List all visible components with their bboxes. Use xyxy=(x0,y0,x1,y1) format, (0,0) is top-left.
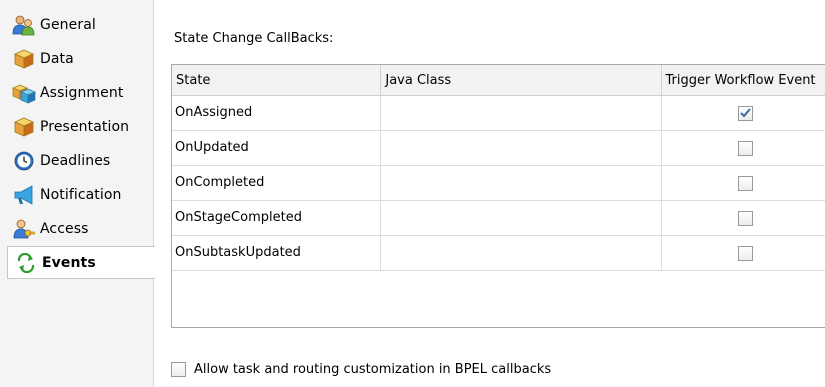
trigger-checkbox[interactable] xyxy=(738,245,754,261)
state-cell: OnCompleted xyxy=(172,166,382,200)
java-class-cell[interactable] xyxy=(381,131,662,165)
assignment-cubes-icon xyxy=(12,81,36,105)
task-editor-window: General Data Assignment Presentation Dea… xyxy=(0,0,825,387)
bpel-checkbox[interactable] xyxy=(171,362,186,377)
sidebar-item-label: Events xyxy=(42,254,96,271)
table-row[interactable]: OnStageCompleted xyxy=(172,201,825,236)
java-class-cell[interactable] xyxy=(381,96,662,130)
java-class-cell[interactable] xyxy=(381,201,662,235)
table-header: State Java Class Trigger Workflow Event xyxy=(172,65,825,96)
trigger-checkbox[interactable] xyxy=(738,175,754,191)
sidebar-item-events[interactable]: Events xyxy=(7,246,155,279)
java-class-cell[interactable] xyxy=(381,236,662,270)
sidebar-item-presentation[interactable]: Presentation xyxy=(6,110,154,143)
sidebar-item-label: Access xyxy=(40,220,89,237)
sidebar-item-access[interactable]: Access xyxy=(6,212,154,245)
trigger-cell xyxy=(662,236,825,270)
sidebar-item-deadlines[interactable]: Deadlines xyxy=(6,144,154,177)
sidebar-item-label: General xyxy=(40,16,96,33)
table-row[interactable]: OnCompleted xyxy=(172,166,825,201)
checkmark-icon xyxy=(740,108,752,118)
sidebar-item-general[interactable]: General xyxy=(6,8,154,41)
trigger-cell xyxy=(662,201,825,235)
state-cell: OnSubtaskUpdated xyxy=(172,236,382,270)
trigger-cell xyxy=(662,131,825,165)
bpel-option-label: Allow task and routing customization in … xyxy=(194,362,552,377)
sidebar-item-label: Assignment xyxy=(40,84,124,101)
sidebar-item-label: Deadlines xyxy=(40,152,111,169)
sidebar: General Data Assignment Presentation Dea… xyxy=(0,0,155,387)
green-arrows-icon xyxy=(14,251,38,275)
table-row[interactable]: OnAssigned xyxy=(172,96,825,131)
sidebar-item-label: Notification xyxy=(40,186,122,203)
data-cube-icon xyxy=(12,47,36,71)
table-row[interactable]: OnUpdated xyxy=(172,131,825,166)
people-icon xyxy=(12,13,36,37)
user-key-icon xyxy=(12,217,36,241)
trigger-checkbox[interactable] xyxy=(738,105,754,121)
megaphone-icon xyxy=(12,183,36,207)
trigger-checkbox[interactable] xyxy=(738,210,754,226)
sidebar-item-label: Data xyxy=(40,50,74,67)
java-class-cell[interactable] xyxy=(381,166,662,200)
table-row[interactable]: OnSubtaskUpdated xyxy=(172,236,825,271)
state-cell: OnAssigned xyxy=(172,96,382,130)
sidebar-item-data[interactable]: Data xyxy=(6,42,154,75)
section-title: State Change CallBacks: xyxy=(174,31,334,46)
presentation-cube-icon xyxy=(12,115,36,139)
column-header-java-class[interactable]: Java Class xyxy=(381,65,662,96)
column-header-state[interactable]: State xyxy=(172,65,382,96)
state-cell: OnStageCompleted xyxy=(172,201,382,235)
trigger-checkbox[interactable] xyxy=(738,140,754,156)
sidebar-item-notification[interactable]: Notification xyxy=(6,178,154,211)
bpel-option[interactable]: Allow task and routing customization in … xyxy=(171,362,551,377)
column-header-trigger[interactable]: Trigger Workflow Event xyxy=(662,65,825,96)
state-cell: OnUpdated xyxy=(172,131,382,165)
trigger-cell xyxy=(662,166,825,200)
trigger-cell xyxy=(662,96,825,130)
callbacks-table: State Java Class Trigger Workflow Event … xyxy=(171,64,825,328)
sidebar-item-assignment[interactable]: Assignment xyxy=(6,76,154,109)
clock-icon xyxy=(12,149,36,173)
sidebar-item-label: Presentation xyxy=(40,118,130,135)
